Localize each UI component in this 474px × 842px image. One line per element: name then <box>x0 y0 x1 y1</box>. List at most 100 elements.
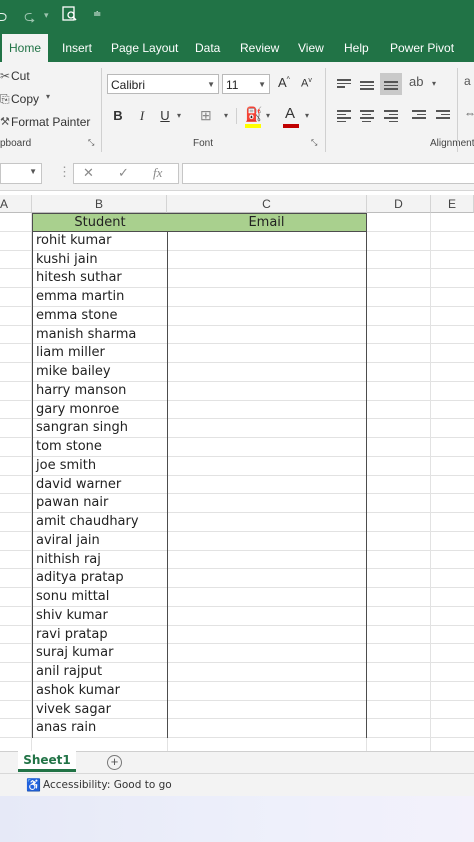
borders-dropdown-icon[interactable]: ▾ <box>224 111 228 120</box>
cell[interactable] <box>367 456 431 476</box>
insert-function-icon[interactable]: fx <box>153 165 162 181</box>
cell[interactable] <box>0 719 32 738</box>
borders-icon[interactable]: ⊞ <box>200 107 212 124</box>
email-cell[interactable] <box>167 494 367 513</box>
email-cell[interactable] <box>167 231 367 251</box>
cell[interactable] <box>0 588 32 607</box>
cell[interactable] <box>367 381 431 401</box>
cell[interactable] <box>367 569 431 588</box>
font-launcher-icon[interactable]: ⤡ <box>311 138 317 148</box>
cell[interactable] <box>0 344 32 363</box>
more-options-icon[interactable]: ⋮ <box>58 164 71 180</box>
email-cell[interactable] <box>167 644 367 663</box>
student-name-cell[interactable]: aditya pratap <box>32 569 168 588</box>
cell[interactable] <box>367 231 431 251</box>
cell[interactable] <box>367 550 431 570</box>
student-name-cell[interactable]: rohit kumar <box>32 231 168 251</box>
bold-button[interactable]: B <box>109 108 127 123</box>
underline-dropdown-icon[interactable]: ▾ <box>177 111 181 120</box>
cell[interactable] <box>367 644 431 663</box>
cell[interactable] <box>0 250 32 270</box>
cell[interactable] <box>367 306 431 326</box>
accessibility-icon[interactable]: ♿ <box>26 778 41 792</box>
column-header-c[interactable]: C <box>167 195 367 213</box>
enter-icon[interactable]: ✓ <box>118 165 129 181</box>
email-cell[interactable] <box>167 663 367 682</box>
cell[interactable] <box>367 625 431 645</box>
wrap-text-icon[interactable]: a <box>464 74 471 88</box>
cell[interactable] <box>0 213 32 232</box>
column-header-a[interactable]: A <box>0 195 32 213</box>
student-name-cell[interactable]: tom stone <box>32 438 168 457</box>
email-cell[interactable] <box>167 363 367 382</box>
tab-home[interactable]: Home <box>2 34 49 62</box>
student-header-cell[interactable]: Student <box>32 213 168 232</box>
email-cell[interactable] <box>167 625 367 645</box>
cell[interactable] <box>367 325 431 345</box>
orientation-icon[interactable]: ab <box>409 74 423 89</box>
add-sheet-icon[interactable]: + <box>107 755 122 770</box>
cell[interactable] <box>0 681 32 701</box>
email-cell[interactable] <box>167 325 367 345</box>
cell[interactable] <box>367 681 431 701</box>
student-name-cell[interactable]: shiv kumar <box>32 606 168 626</box>
email-cell[interactable] <box>167 719 367 738</box>
italic-button[interactable]: I <box>133 108 151 124</box>
cell[interactable] <box>367 438 431 457</box>
font-name-select[interactable]: Calibri ▼ <box>107 74 219 94</box>
cell[interactable] <box>0 325 32 345</box>
cell[interactable] <box>0 419 32 438</box>
fill-color-icon[interactable]: ⛽ <box>245 106 262 123</box>
email-cell[interactable] <box>167 306 367 326</box>
cell[interactable] <box>0 438 32 457</box>
cell[interactable] <box>0 606 32 626</box>
email-cell[interactable] <box>167 588 367 607</box>
formula-input[interactable] <box>182 163 474 184</box>
cell[interactable] <box>0 456 32 476</box>
cell[interactable] <box>0 400 32 420</box>
cell[interactable] <box>367 213 431 232</box>
cell[interactable] <box>0 513 32 532</box>
tab-power-pivot[interactable]: Power Pivot <box>390 34 454 62</box>
email-cell[interactable] <box>167 681 367 701</box>
email-cell[interactable] <box>167 250 367 270</box>
cell[interactable] <box>367 288 431 307</box>
tab-data[interactable]: Data <box>195 34 220 62</box>
student-name-cell[interactable]: kushi jain <box>32 250 168 270</box>
cell[interactable] <box>367 400 431 420</box>
email-cell[interactable] <box>167 456 367 476</box>
student-name-cell[interactable]: amit chaudhary <box>32 513 168 532</box>
cell[interactable] <box>367 719 431 738</box>
student-name-cell[interactable]: nithish raj <box>32 550 168 570</box>
align-center-icon[interactable] <box>360 108 374 124</box>
student-name-cell[interactable]: anas rain <box>32 719 168 738</box>
fill-dropdown-icon[interactable]: ▾ <box>266 111 270 120</box>
sheet-tab[interactable]: Sheet1 <box>18 751 76 772</box>
column-header-e[interactable]: E <box>431 195 474 213</box>
cell[interactable] <box>367 606 431 626</box>
cell[interactable] <box>367 419 431 438</box>
worksheet-grid[interactable]: Student Email rohit kumar kushi jain hites… <box>0 213 474 751</box>
email-cell[interactable] <box>167 269 367 288</box>
shrink-font-icon[interactable]: Av <box>301 77 312 90</box>
student-name-cell[interactable]: david warner <box>32 475 168 495</box>
font-color-icon[interactable]: A <box>285 105 295 122</box>
font-color-dropdown-icon[interactable]: ▾ <box>305 111 309 120</box>
underline-button[interactable]: U <box>156 108 174 123</box>
cell[interactable] <box>367 513 431 532</box>
student-name-cell[interactable]: pawan nair <box>32 494 168 513</box>
undo-icon[interactable]: ⮌ <box>0 6 7 30</box>
student-name-cell[interactable]: sonu mittal <box>32 588 168 607</box>
cancel-icon[interactable]: ✕ <box>83 165 94 181</box>
cell[interactable] <box>0 644 32 663</box>
align-right-icon[interactable] <box>384 108 398 124</box>
cell[interactable] <box>0 381 32 401</box>
email-cell[interactable] <box>167 513 367 532</box>
decrease-indent-icon[interactable] <box>412 108 426 121</box>
cell[interactable] <box>0 494 32 513</box>
column-header-d[interactable]: D <box>367 195 431 213</box>
cell[interactable] <box>367 250 431 270</box>
tab-review[interactable]: Review <box>240 34 279 62</box>
cell[interactable] <box>0 625 32 645</box>
cell[interactable] <box>367 363 431 382</box>
